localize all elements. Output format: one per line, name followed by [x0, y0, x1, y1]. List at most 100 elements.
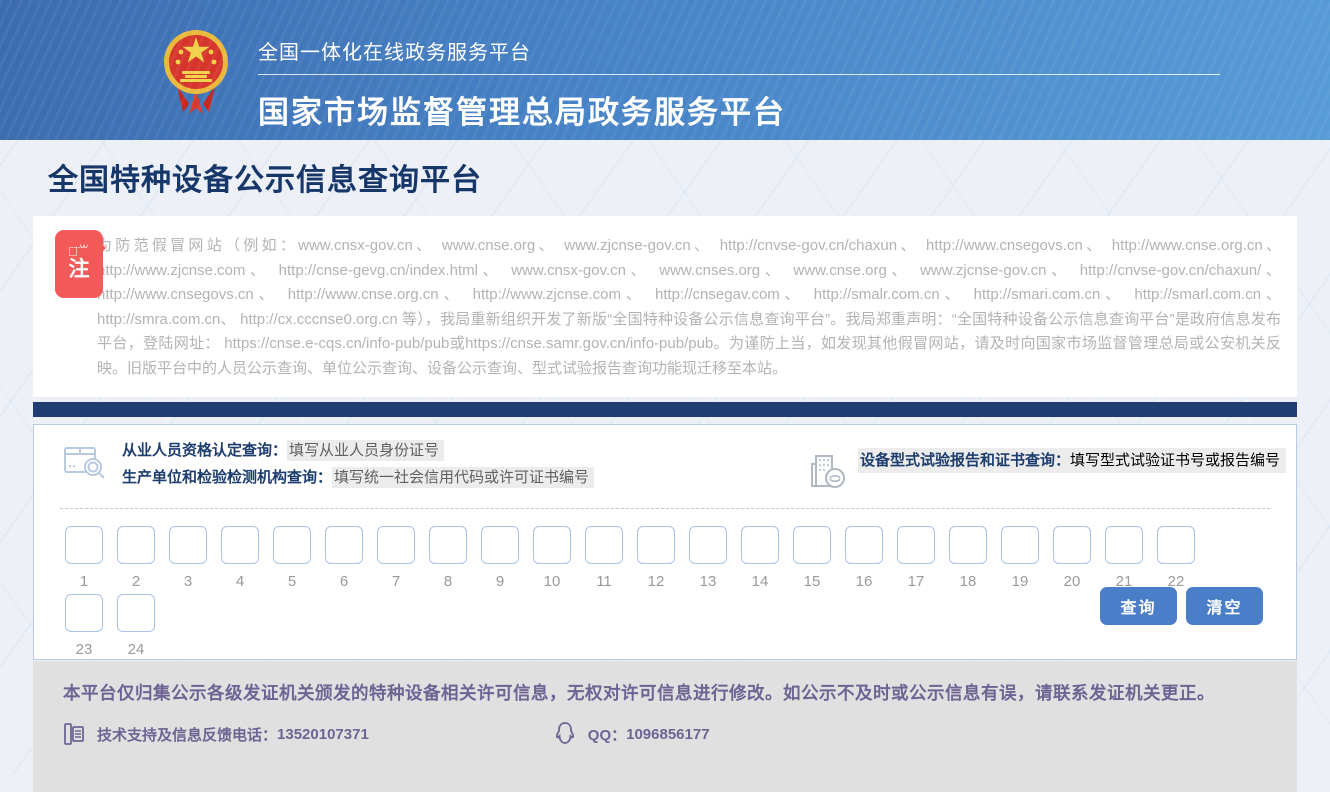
note-badge-label: 注	[69, 258, 90, 282]
code-cell-input-6[interactable]	[325, 526, 363, 564]
code-cell: 18	[949, 526, 987, 590]
note-face-icon: ⌒̈꒳	[68, 246, 90, 258]
code-cell: 10	[533, 526, 571, 590]
code-cell: 13	[689, 526, 727, 590]
code-cell-input-2[interactable]	[117, 526, 155, 564]
type-test-query-row: 设备型式试验报告和证书查询：填写型式试验证书号或报告编号	[858, 448, 1286, 473]
unit-query-row: 生产单位和检验检测机构查询：填写统一社会信用代码或许可证书编号	[122, 467, 594, 488]
code-cell-input-10[interactable]	[533, 526, 571, 564]
type-test-query-hint: 填写型式试验证书号或报告编号	[1070, 452, 1280, 469]
code-cell-number: 16	[856, 573, 873, 590]
code-cell-number: 7	[392, 573, 400, 590]
page-title: 全国特种设备公示信息查询平台	[48, 155, 1330, 199]
unit-query-hint: 填写统一社会信用代码或许可证书编号	[332, 467, 594, 488]
code-cell: 2	[117, 526, 155, 590]
qq-label: QQ：	[588, 724, 626, 745]
phone-label: 技术支持及信息反馈电话：	[97, 724, 277, 745]
code-cell-input-9[interactable]	[481, 526, 519, 564]
person-query-hint: 填写从业人员身份证号	[287, 440, 444, 461]
code-cell-number: 5	[288, 573, 296, 590]
code-cell-input-17[interactable]	[897, 526, 935, 564]
code-cell: 4	[221, 526, 259, 590]
code-cell: 9	[481, 526, 519, 590]
code-cell: 22	[1157, 526, 1195, 590]
fax-phone-icon	[63, 722, 85, 746]
code-cell: 15	[793, 526, 831, 590]
code-cell-number: 11	[596, 573, 612, 590]
contact-row: 技术支持及信息反馈电话： 13520107371 QQ： 1096856177	[63, 721, 1257, 747]
site-header: 全国一体化在线政务服务平台 国家市场监督管理总局政务服务平台	[0, 0, 1330, 140]
code-cell-input-7[interactable]	[377, 526, 415, 564]
platform-subtitle: 全国一体化在线政务服务平台	[258, 36, 1220, 75]
code-cell: 23	[65, 594, 103, 658]
code-cell-input-15[interactable]	[793, 526, 831, 564]
code-cell-input-22[interactable]	[1157, 526, 1195, 564]
note-badge: ⌒̈꒳ 注	[55, 230, 103, 298]
code-cell: 24	[117, 594, 155, 658]
code-cell-input-12[interactable]	[637, 526, 675, 564]
code-cell: 17	[897, 526, 935, 590]
code-cell: 20	[1053, 526, 1091, 590]
code-cell-input-18[interactable]	[949, 526, 987, 564]
anti-fake-notice-card: ⌒̈꒳ 注 为防范假冒网站（例如：www.cnsx-gov.cn、 www.cn…	[33, 216, 1297, 397]
code-cell-input-3[interactable]	[169, 526, 207, 564]
code-cell: 12	[637, 526, 675, 590]
code-cell-input-13[interactable]	[689, 526, 727, 564]
code-cell-input-19[interactable]	[1001, 526, 1039, 564]
divider-bar	[33, 402, 1297, 417]
code-cell-number: 15	[804, 573, 821, 590]
code-cell-input-11[interactable]	[585, 526, 623, 564]
type-test-query-label: 设备型式试验报告和证书查询：	[860, 452, 1070, 469]
code-cell-input-4[interactable]	[221, 526, 259, 564]
code-cell-number: 20	[1064, 573, 1081, 590]
code-cell-input-23[interactable]	[65, 594, 103, 632]
disclaimer-text: 本平台仅归集公示各级发证机关颁发的特种设备相关许可信息，无权对许可信息进行修改。…	[63, 679, 1257, 708]
code-cell-input-1[interactable]	[65, 526, 103, 564]
code-cell-input-20[interactable]	[1053, 526, 1091, 564]
code-cell-input-16[interactable]	[845, 526, 883, 564]
code-cell-input-5[interactable]	[273, 526, 311, 564]
type-test-query-group: 设备型式试验报告和证书查询：填写型式试验证书号或报告编号	[810, 448, 1286, 495]
code-cell: 8	[429, 526, 467, 590]
code-cell-number: 2	[132, 573, 140, 590]
code-cell: 6	[325, 526, 363, 590]
code-cell: 21	[1105, 526, 1143, 590]
clear-button[interactable]: 清空	[1186, 587, 1263, 625]
code-cell: 3	[169, 526, 207, 590]
code-cell-number: 4	[236, 573, 244, 590]
building-report-icon	[810, 448, 846, 495]
code-cell-number: 8	[444, 573, 452, 590]
code-cell: 19	[1001, 526, 1039, 590]
code-cell-number: 23	[76, 641, 93, 658]
code-cell-number: 14	[752, 573, 769, 590]
code-cell-input-24[interactable]	[117, 594, 155, 632]
action-buttons: 查询 清空	[1100, 587, 1263, 625]
package-search-icon	[62, 440, 110, 489]
code-cell-number: 6	[340, 573, 348, 590]
person-query-label: 从业人员资格认定查询：	[122, 442, 287, 459]
code-cell: 16	[845, 526, 883, 590]
code-cell-number: 18	[960, 573, 977, 590]
code-cell-input-14[interactable]	[741, 526, 779, 564]
code-cell-number: 3	[184, 573, 192, 590]
platform-title: 国家市场监督管理总局政务服务平台	[258, 87, 1220, 132]
code-cell: 14	[741, 526, 779, 590]
phone-number: 13520107371	[277, 726, 369, 743]
code-cell: 11	[585, 526, 623, 590]
search-button[interactable]: 查询	[1100, 587, 1177, 625]
anti-fake-notice-text: 为防范假冒网站（例如：www.cnsx-gov.cn、 www.cnse.org…	[97, 234, 1281, 381]
footer-panel: 本平台仅归集公示各级发证机关颁发的特种设备相关许可信息，无权对许可信息进行修改。…	[33, 661, 1297, 792]
code-cell-number: 17	[908, 573, 925, 590]
code-cell-number: 1	[80, 573, 88, 590]
person-query-row: 从业人员资格认定查询：填写从业人员身份证号	[122, 440, 594, 461]
code-cells: 123456789101112131415161718192021222324	[34, 509, 1268, 658]
code-cell: 7	[377, 526, 415, 590]
code-cell-number: 10	[544, 573, 561, 590]
qq-penguin-icon	[554, 721, 576, 747]
code-cell-input-21[interactable]	[1105, 526, 1143, 564]
national-emblem-logo	[163, 24, 229, 123]
qq-number: 1096856177	[626, 726, 709, 743]
code-cell-number: 13	[700, 573, 717, 590]
code-cell: 1	[65, 526, 103, 590]
code-cell-input-8[interactable]	[429, 526, 467, 564]
